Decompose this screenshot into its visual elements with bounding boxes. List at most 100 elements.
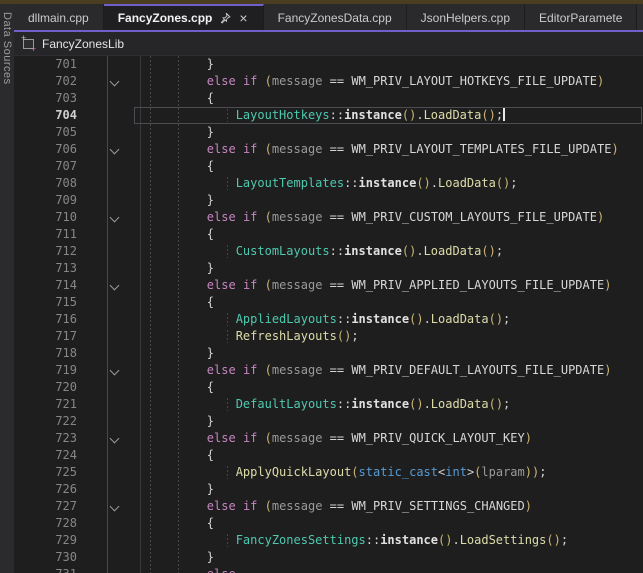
code-token: { xyxy=(149,516,214,530)
breadcrumb-project-name[interactable]: FancyZonesLib xyxy=(42,37,124,51)
code-line[interactable]: 714 else if (message == WM_PRIV_APPLIED_… xyxy=(14,277,643,294)
tab-fancyzones-cpp[interactable]: FancyZones.cpp× xyxy=(104,4,264,30)
code-token: { xyxy=(149,159,214,173)
line-number[interactable]: 701 xyxy=(14,56,77,73)
code-token: WM_PRIV_CUSTOM_LAYOUTS_FILE_UPDATE xyxy=(351,210,597,224)
line-number[interactable]: 724 xyxy=(14,447,77,464)
line-number[interactable]: 704 xyxy=(14,107,77,124)
code-line[interactable]: 703 { xyxy=(14,90,643,107)
line-number[interactable]: 713 xyxy=(14,260,77,277)
code-line[interactable]: 713 } xyxy=(14,260,643,277)
code-line[interactable]: 725 ApplyQuickLayout(static_cast<int>(lp… xyxy=(14,464,643,481)
code-line[interactable]: 712 CustomLayouts::instance().LoadData()… xyxy=(14,243,643,260)
fold-chevron-icon[interactable] xyxy=(110,213,120,223)
line-number[interactable]: 708 xyxy=(14,175,77,192)
code-token: if xyxy=(243,74,257,88)
line-number[interactable]: 719 xyxy=(14,362,77,379)
code-token: DefaultLayouts xyxy=(236,397,337,411)
code-line[interactable]: 718 } xyxy=(14,345,643,362)
code-line[interactable]: 728 { xyxy=(14,515,643,532)
code-line[interactable]: 720 { xyxy=(14,379,643,396)
code-token: ( xyxy=(265,363,272,377)
code-line[interactable]: 701 } xyxy=(14,56,643,73)
fold-chevron-icon[interactable] xyxy=(110,281,120,291)
fold-chevron-icon[interactable] xyxy=(110,77,120,87)
tab-jsonhelpers-cpp[interactable]: JsonHelpers.cpp xyxy=(407,4,525,30)
code-token xyxy=(236,278,243,292)
line-number[interactable]: 728 xyxy=(14,515,77,532)
tab-dllmain-cpp[interactable]: dllmain.cpp xyxy=(14,4,104,30)
fold-chevron-icon[interactable] xyxy=(110,502,120,512)
code-line[interactable]: 707 { xyxy=(14,158,643,175)
line-number[interactable]: 720 xyxy=(14,379,77,396)
line-number[interactable]: 730 xyxy=(14,549,77,566)
line-number[interactable]: 731 xyxy=(14,566,77,573)
line-number[interactable]: 705 xyxy=(14,124,77,141)
line-number[interactable]: 716 xyxy=(14,311,77,328)
code-line[interactable]: 717 RefreshLayouts(); xyxy=(14,328,643,345)
line-number[interactable]: 727 xyxy=(14,498,77,515)
code-line[interactable]: 721 DefaultLayouts::instance().LoadData(… xyxy=(14,396,643,413)
code-line[interactable]: 704 LayoutHotkeys::instance().LoadData()… xyxy=(14,107,643,124)
code-line[interactable]: 705 } xyxy=(14,124,643,141)
code-line[interactable]: 709 } xyxy=(14,192,643,209)
code-line[interactable]: 723 else if (message == WM_PRIV_QUICK_LA… xyxy=(14,430,643,447)
code-editor[interactable]: 701 }702 else if (message == WM_PRIV_LAY… xyxy=(14,56,643,573)
line-number[interactable]: 726 xyxy=(14,481,77,498)
line-number[interactable]: 702 xyxy=(14,73,77,90)
code-token: else xyxy=(207,74,236,88)
code-token: ApplyQuickLayout xyxy=(236,465,352,479)
line-number[interactable]: 711 xyxy=(14,226,77,243)
tab-editorparamete[interactable]: EditorParamete xyxy=(525,4,637,30)
fold-chevron-icon[interactable] xyxy=(110,434,120,444)
line-number[interactable]: 715 xyxy=(14,294,77,311)
code-line[interactable]: 729 FancyZonesSettings::instance().LoadS… xyxy=(14,532,643,549)
fold-chevron-icon[interactable] xyxy=(110,570,120,573)
pin-icon[interactable] xyxy=(219,12,231,24)
code-line[interactable]: 715 { xyxy=(14,294,643,311)
code-line[interactable]: 716 AppliedLayouts::instance().LoadData(… xyxy=(14,311,643,328)
visual-studio-editor-window: Data Sources dllmain.cppFancyZones.cpp×F… xyxy=(0,0,643,573)
code-line[interactable]: 726 } xyxy=(14,481,643,498)
line-number[interactable]: 710 xyxy=(14,209,77,226)
code-line[interactable]: 719 else if (message == WM_PRIV_DEFAULT_… xyxy=(14,362,643,379)
line-number[interactable]: 717 xyxy=(14,328,77,345)
line-number[interactable]: 722 xyxy=(14,413,77,430)
line-number[interactable]: 706 xyxy=(14,141,77,158)
line-number[interactable]: 729 xyxy=(14,532,77,549)
line-number[interactable]: 703 xyxy=(14,90,77,107)
code-token xyxy=(149,363,207,377)
code-token: instance xyxy=(359,176,417,190)
code-line[interactable]: 706 else if (message == WM_PRIV_LAYOUT_T… xyxy=(14,141,643,158)
code-line[interactable]: 702 else if (message == WM_PRIV_LAYOUT_H… xyxy=(14,73,643,90)
code-token: () xyxy=(481,108,495,122)
code-line[interactable]: 727 else if (message == WM_PRIV_SETTINGS… xyxy=(14,498,643,515)
code-token: ( xyxy=(351,465,358,479)
line-number[interactable]: 718 xyxy=(14,345,77,362)
code-token xyxy=(149,108,236,122)
line-number[interactable]: 723 xyxy=(14,430,77,447)
close-icon[interactable]: × xyxy=(238,11,248,25)
line-number[interactable]: 714 xyxy=(14,277,77,294)
line-number[interactable]: 712 xyxy=(14,243,77,260)
data-sources-tool-tab[interactable]: Data Sources xyxy=(0,4,14,573)
code-line[interactable]: 711 { xyxy=(14,226,643,243)
code-text: } xyxy=(149,413,214,430)
code-text: else if (message == WM_PRIV_LAYOUT_TEMPL… xyxy=(149,141,619,158)
code-line[interactable]: 710 else if (message == WM_PRIV_CUSTOM_L… xyxy=(14,209,643,226)
code-line[interactable]: 731 else xyxy=(14,566,643,573)
fold-chevron-icon[interactable] xyxy=(110,145,120,155)
tab-fancyzonesdata-cpp[interactable]: FancyZonesData.cpp xyxy=(264,4,407,30)
line-number[interactable]: 725 xyxy=(14,464,77,481)
line-number[interactable]: 721 xyxy=(14,396,77,413)
line-number[interactable]: 709 xyxy=(14,192,77,209)
code-line[interactable]: 708 LayoutTemplates::instance().LoadData… xyxy=(14,175,643,192)
line-number[interactable]: 707 xyxy=(14,158,77,175)
code-line[interactable]: 724 { xyxy=(14,447,643,464)
code-text: { xyxy=(149,447,214,464)
code-token: )) xyxy=(525,465,539,479)
code-line[interactable]: 722 } xyxy=(14,413,643,430)
code-token: CustomLayouts xyxy=(236,244,330,258)
fold-chevron-icon[interactable] xyxy=(110,366,120,376)
code-line[interactable]: 730 } xyxy=(14,549,643,566)
